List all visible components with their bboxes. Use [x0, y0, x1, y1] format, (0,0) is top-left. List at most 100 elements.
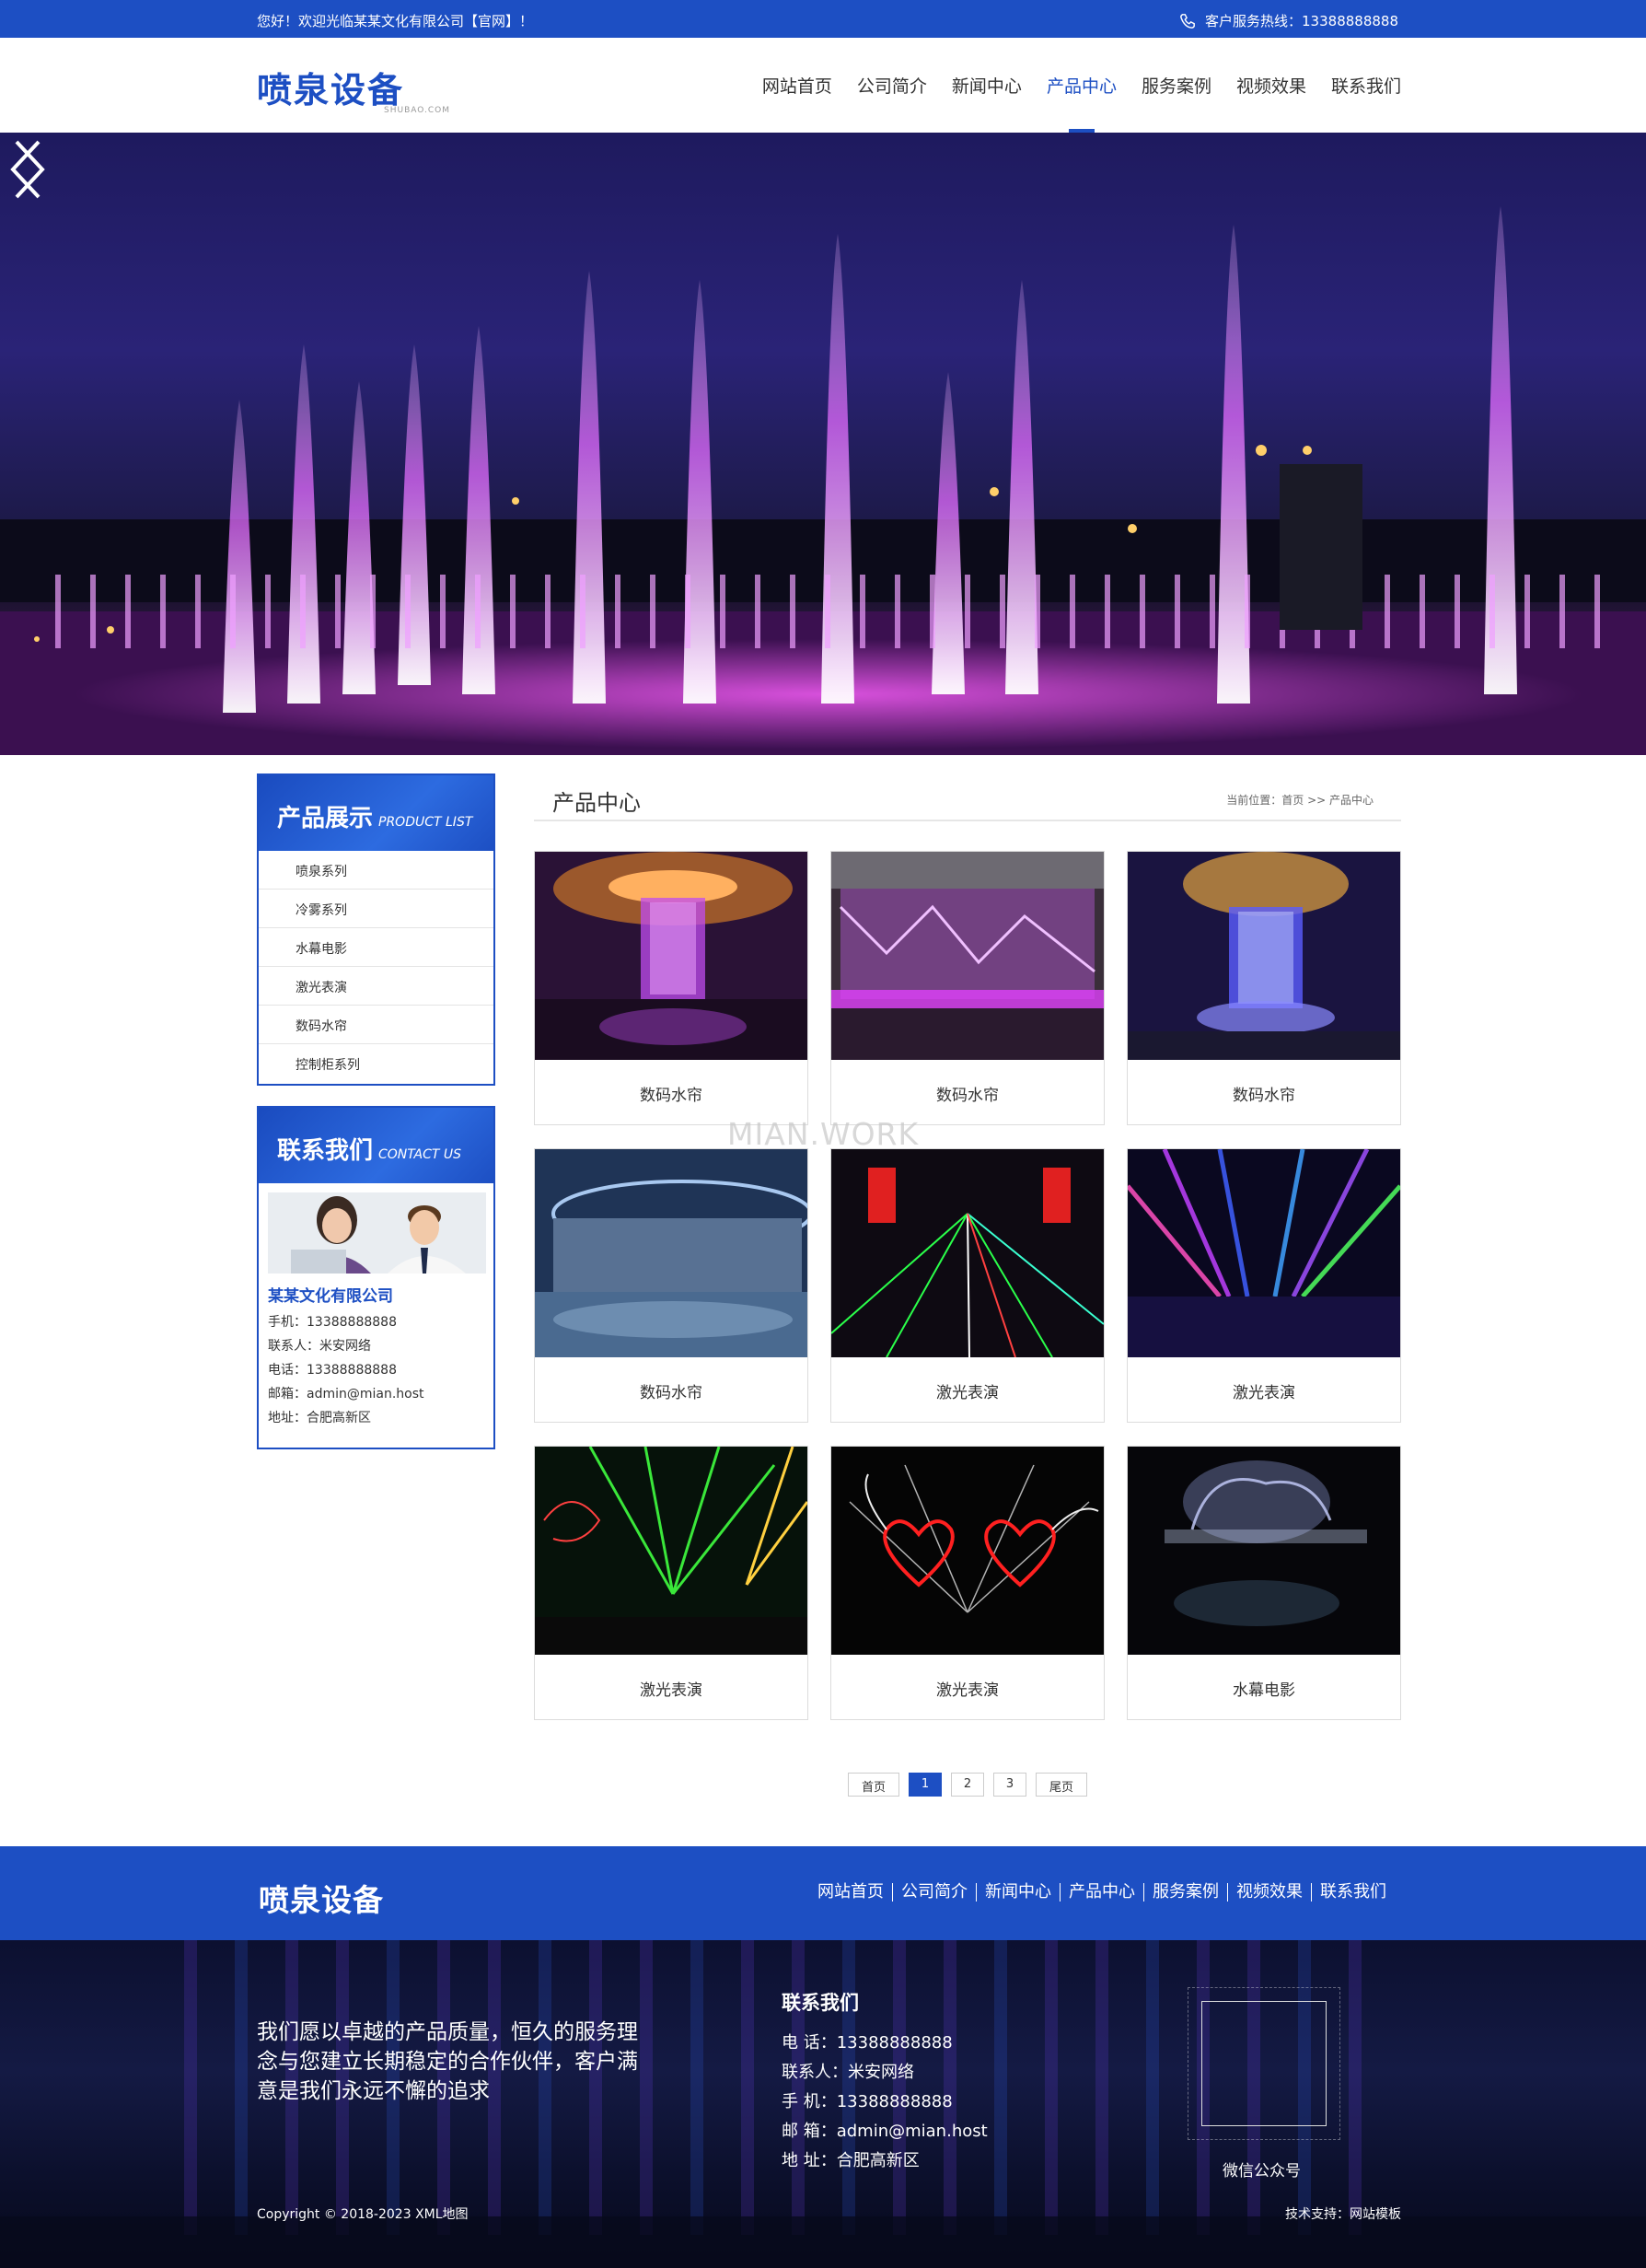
footer-nav-news[interactable]: 新闻中心 [976, 1883, 1060, 1902]
page-last[interactable]: 尾页 [1036, 1773, 1087, 1797]
product-card[interactable]: 激光表演 [534, 1446, 808, 1720]
footer-logo[interactable]: 喷泉设备 [259, 1876, 384, 1920]
product-name[interactable]: 数码水帘 [535, 1357, 807, 1422]
hotline: 客户服务热线：13388888888 [1179, 11, 1398, 30]
footer-address: 地 址：合肥高新区 [782, 2151, 920, 2170]
contact-phone: 电话：13388888888 [268, 1363, 397, 1378]
wechat-qr-image [1201, 2001, 1327, 2126]
product-card[interactable]: 数码水帘 [830, 851, 1105, 1125]
category-laser[interactable]: 激光表演 [259, 967, 493, 1006]
content-title-bar: 产品中心 当前位置：首页 >> 产品中心 [534, 773, 1401, 821]
product-name[interactable]: 激光表演 [1128, 1357, 1400, 1422]
footer: 我们愿以卓越的产品质量，恒久的服务理念与您建立长期稳定的合作伙伴，客户满意是我们… [0, 1940, 1646, 2268]
water-curtain-wall-image[interactable] [831, 852, 1104, 1060]
product-card[interactable]: 激光表演 [830, 1446, 1105, 1720]
water-screen-movie-image[interactable] [1128, 1447, 1400, 1655]
contact-company: 某某文化有限公司 [268, 1287, 393, 1306]
contact-person: 联系人：米安网络 [268, 1339, 371, 1354]
breadcrumb: 当前位置：首页 >> 产品中心 [1226, 794, 1374, 807]
footer-contact-person: 联系人：米安网络 [782, 2063, 914, 2082]
page-first[interactable]: 首页 [848, 1773, 899, 1797]
footer-nav-band: 喷泉设备 网站首页 公司简介 新闻中心 产品中心 服务案例 视频效果 联系我们 [0, 1846, 1646, 1940]
product-name[interactable]: 数码水帘 [535, 1060, 807, 1124]
footer-phone: 电 话：13388888888 [782, 2033, 953, 2053]
product-card[interactable]: 激光表演 [830, 1148, 1105, 1423]
main-nav: 网站首页 公司简介 新闻中心 产品中心 服务案例 视频效果 联系我们 [737, 38, 1401, 133]
footer-nav-home[interactable]: 网站首页 [809, 1883, 892, 1902]
page-title: 产品中心 [552, 790, 641, 816]
hero-banner [0, 133, 1646, 755]
contact-title: 联系我们 [277, 1137, 374, 1165]
category-control-cabinet[interactable]: 控制柜系列 [259, 1044, 493, 1083]
hotline-text: 客户服务热线：13388888888 [1205, 13, 1398, 29]
product-card[interactable]: 数码水帘 [534, 851, 808, 1125]
laser-show-stage-image[interactable] [831, 1149, 1104, 1357]
product-card[interactable]: 数码水帘 [1127, 851, 1401, 1125]
footer-email: 邮 箱：admin@mian.host [782, 2122, 988, 2141]
contact-subtitle: CONTACT US [378, 1147, 462, 1162]
laser-show-hearts-image[interactable] [831, 1447, 1104, 1655]
footer-contact-title: 联系我们 [782, 1992, 859, 2014]
product-card[interactable]: 水幕电影 [1127, 1446, 1401, 1720]
contact-panel: 联系我们 CONTACT US 某某文化有限公司 手机：13388888888 联… [257, 1106, 495, 1449]
footer-slogan: 我们愿以卓越的产品质量，恒久的服务理念与您建立长期稳定的合作伙伴，客户满意是我们… [257, 2020, 638, 2103]
water-curtain-cylinder-image[interactable] [1128, 852, 1400, 1060]
product-list-title: 产品展示 [277, 805, 374, 832]
welcome-text: 您好！欢迎光临某某文化有限公司【官网】！ [257, 13, 534, 29]
product-card[interactable]: 数码水帘 [534, 1148, 808, 1423]
header: 喷泉设备 SHUBAO.COM 网站首页 公司简介 新闻中心 产品中心 服务案例… [0, 38, 1646, 133]
contact-email: 邮箱：admin@mian.host [268, 1387, 424, 1402]
contact-mobile: 手机：13388888888 [268, 1315, 397, 1330]
site-logo[interactable]: 喷泉设备 SHUBAO.COM [257, 58, 450, 115]
product-list-header: 产品展示 PRODUCT LIST [259, 775, 493, 851]
nav-cases[interactable]: 服务案例 [1142, 38, 1211, 133]
footer-mobile: 手 机：13388888888 [782, 2092, 953, 2111]
nav-news[interactable]: 新闻中心 [952, 38, 1022, 133]
category-fountain[interactable]: 喷泉系列 [259, 851, 493, 890]
product-name[interactable]: 数码水帘 [831, 1060, 1104, 1124]
laser-show-beams-image[interactable] [1128, 1149, 1400, 1357]
category-water-curtain[interactable]: 数码水帘 [259, 1006, 493, 1044]
product-name[interactable]: 激光表演 [831, 1655, 1104, 1719]
nav-about[interactable]: 公司简介 [857, 38, 927, 133]
contact-photo-image [268, 1192, 486, 1274]
pagination: 首页 1 2 3 尾页 [848, 1773, 1096, 1797]
footer-nav-video[interactable]: 视频效果 [1227, 1883, 1311, 1902]
water-curtain-pool-image[interactable] [535, 1149, 807, 1357]
phone-icon [1180, 14, 1195, 29]
nav-video[interactable]: 视频效果 [1236, 38, 1306, 133]
product-name[interactable]: 水幕电影 [1128, 1655, 1400, 1719]
copyright[interactable]: Copyright © 2018-2023 XML地图 [257, 2204, 469, 2223]
next-slide-arrow[interactable] [0, 133, 55, 206]
laser-show-green-image[interactable] [535, 1447, 807, 1655]
watermark-text: MIAN.WORK [727, 1116, 920, 1152]
contact-address: 地址：合肥高新区 [268, 1411, 371, 1425]
product-name[interactable]: 激光表演 [831, 1357, 1104, 1422]
logo-text: 喷泉设备 [257, 70, 405, 110]
page-1[interactable]: 1 [909, 1773, 942, 1797]
nav-products[interactable]: 产品中心 [1047, 38, 1117, 133]
category-cold-mist[interactable]: 冷雾系列 [259, 890, 493, 928]
footer-contact: 联系我们 电 话：13388888888 联系人：米安网络 手 机：133888… [782, 1988, 988, 2176]
footer-nav-about[interactable]: 公司简介 [892, 1883, 976, 1902]
product-card[interactable]: 激光表演 [1127, 1148, 1401, 1423]
product-list-subtitle: PRODUCT LIST [378, 815, 473, 830]
product-category-panel: 产品展示 PRODUCT LIST 喷泉系列 冷雾系列 水幕电影 激光表演 数码水… [257, 773, 495, 1086]
top-bar: 您好！欢迎光临某某文化有限公司【官网】！ 客户服务热线：13388888888 [0, 0, 1646, 38]
nav-home[interactable]: 网站首页 [762, 38, 832, 133]
tech-support[interactable]: 技术支持：网站模板 [1285, 2204, 1401, 2223]
qr-label: 微信公众号 [1223, 2162, 1301, 2181]
footer-nav-contact[interactable]: 联系我们 [1311, 1883, 1395, 1902]
logo-subtext: SHUBAO.COM [384, 106, 450, 115]
product-name[interactable]: 数码水帘 [1128, 1060, 1400, 1124]
footer-nav: 网站首页 公司简介 新闻中心 产品中心 服务案例 视频效果 联系我们 [809, 1883, 1395, 1902]
nav-contact[interactable]: 联系我们 [1331, 38, 1401, 133]
category-water-screen[interactable]: 水幕电影 [259, 928, 493, 967]
footer-nav-cases[interactable]: 服务案例 [1143, 1883, 1227, 1902]
product-name[interactable]: 激光表演 [535, 1655, 807, 1719]
footer-nav-products[interactable]: 产品中心 [1060, 1883, 1143, 1902]
page-2[interactable]: 2 [951, 1773, 984, 1797]
water-curtain-lobby-image[interactable] [535, 852, 807, 1060]
page-3[interactable]: 3 [993, 1773, 1026, 1797]
contact-header: 联系我们 CONTACT US [259, 1108, 493, 1183]
